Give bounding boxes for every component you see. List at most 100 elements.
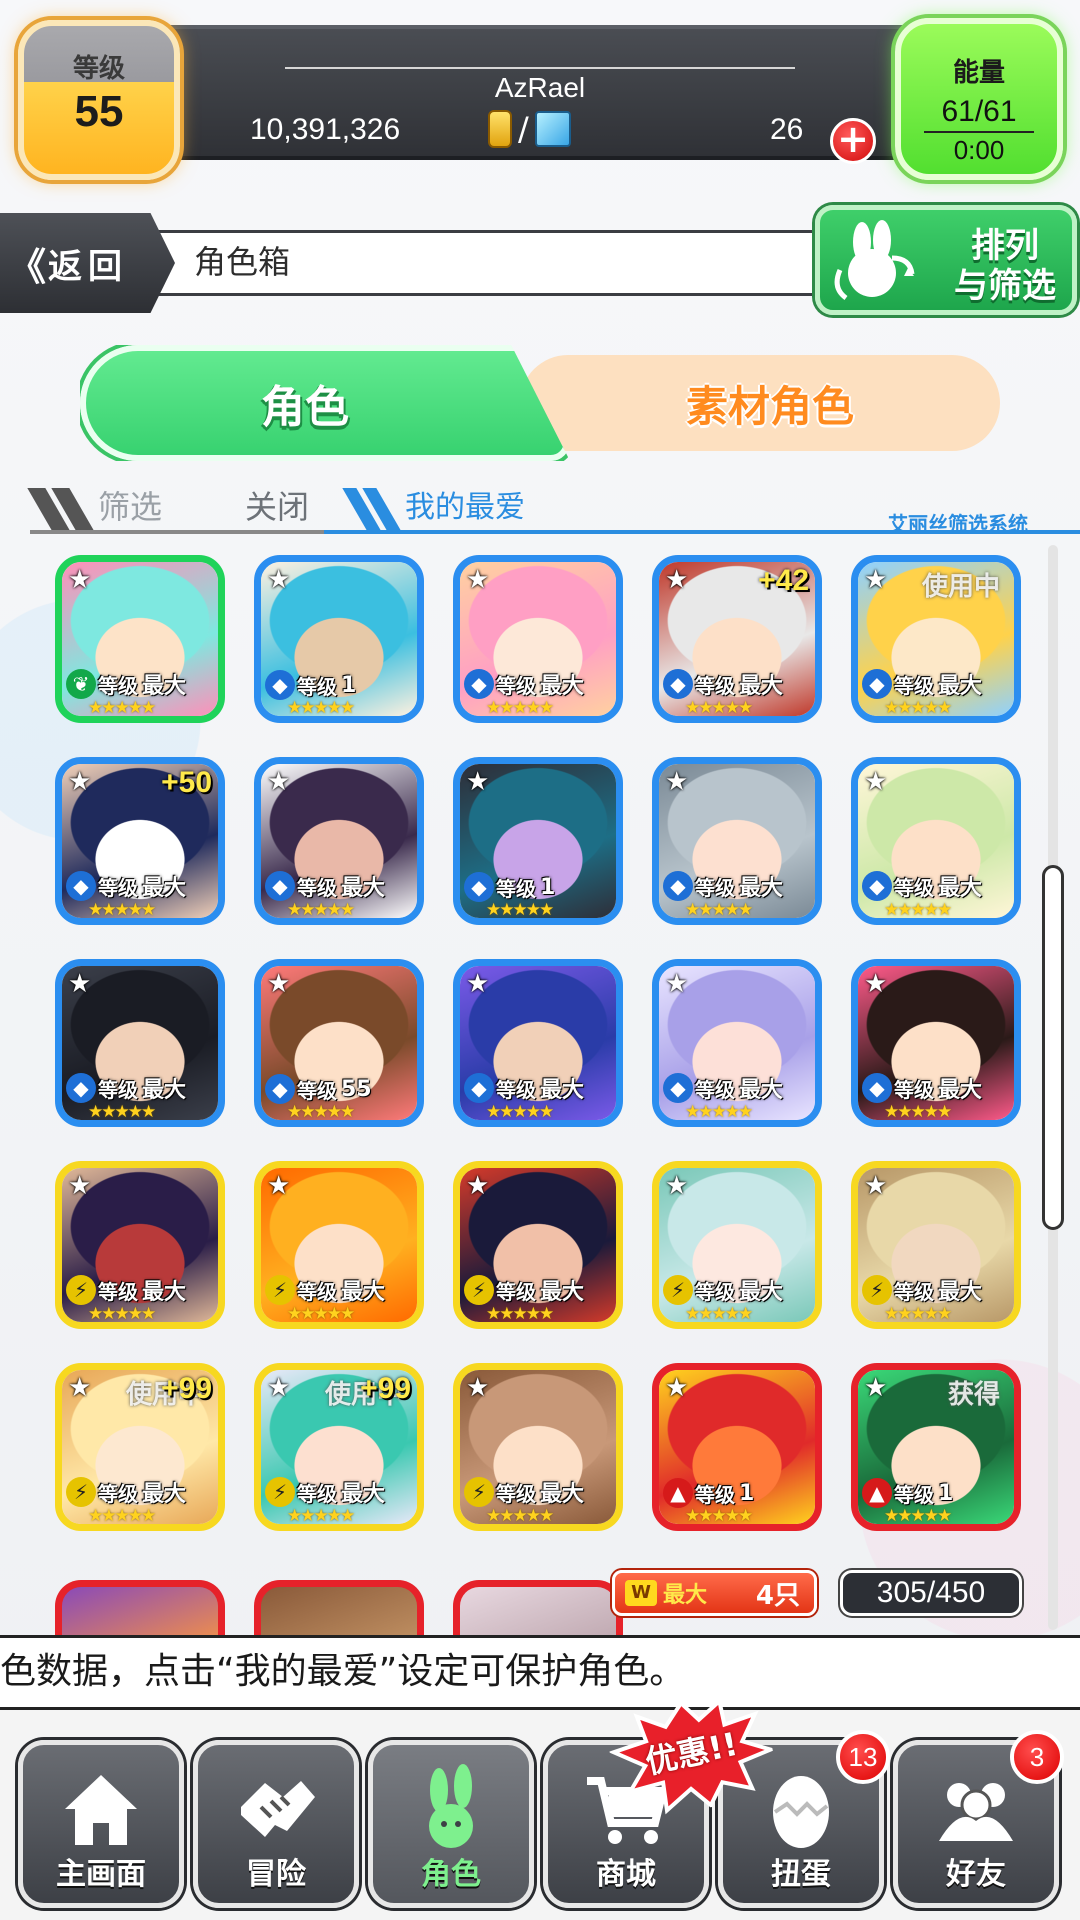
level-tag: ◆ 等级 最大	[663, 668, 783, 700]
character-card[interactable]: ★ ◆ 等级 最大 ★★★★★	[254, 757, 424, 925]
level-value: 1	[938, 1480, 954, 1506]
character-card-partial[interactable]	[55, 1580, 225, 1635]
favorite-star-icon[interactable]: ★	[68, 1374, 96, 1402]
favorite-star-icon[interactable]: ★	[68, 970, 96, 998]
character-card[interactable]: ★ ◆ 等级 最大 ★★★★★	[453, 555, 623, 723]
favorite-star-icon[interactable]: ★	[68, 566, 96, 594]
favorite-star-icon[interactable]: ★	[68, 768, 96, 796]
favorites-filter[interactable]: 我的最爱	[405, 482, 525, 526]
character-card-partial[interactable]	[453, 1580, 623, 1635]
character-card[interactable]: ★ ◆ 等级 最大 ★★★★★	[453, 959, 623, 1127]
rarity-stars: ★★★★★	[486, 1506, 554, 1526]
character-card[interactable]: ★ ⚡ 等级 最大 ★★★★★	[55, 1161, 225, 1329]
nav-characters[interactable]: 角色	[368, 1740, 534, 1908]
favorite-star-icon[interactable]: ★	[665, 1172, 693, 1200]
favorite-star-icon[interactable]: ★	[267, 1374, 295, 1402]
water-element-icon: ◆	[265, 871, 295, 901]
level-value: 1	[540, 874, 556, 900]
favorite-star-icon[interactable]: ★	[68, 1172, 96, 1200]
level-tag: ◆ 等级 最大	[862, 1072, 982, 1104]
favorite-star-icon[interactable]: ★	[665, 1374, 693, 1402]
favorite-star-icon[interactable]: ★	[466, 768, 494, 796]
character-card[interactable]: ★ ◆ 等级 最大 ★★★★★	[652, 959, 822, 1127]
coin-icon	[488, 110, 512, 148]
nav-adventure[interactable]: 冒险	[193, 1740, 359, 1908]
tab-characters[interactable]: 角色	[80, 345, 570, 461]
back-button[interactable]: 《 返回	[0, 213, 175, 313]
character-card[interactable]: ★ ⚡ 等级 最大 ★★★★★	[254, 1161, 424, 1329]
character-card-partial[interactable]	[254, 1580, 424, 1635]
filter-bar: 筛选 关闭 我的最爱 艾丽丝筛选系统	[27, 478, 1080, 538]
handshake-icon	[198, 1759, 354, 1859]
level-value: 1	[341, 672, 357, 698]
favorite-star-icon[interactable]: ★	[665, 566, 693, 594]
rarity-stars: ★★★★★	[486, 900, 554, 920]
character-card[interactable]: ★ ◆ 等级 最大 ★★★★★	[851, 757, 1021, 925]
character-card[interactable]: ★ +50 ◆ 等级 最大 ★★★★★	[55, 757, 225, 925]
character-card[interactable]: ★ ◆ 等级 最大 ★★★★★	[55, 959, 225, 1127]
character-card[interactable]: ★ +42 ◆ 等级 最大 ★★★★★	[652, 555, 822, 723]
sort-filter-label: 排列 与筛选	[940, 226, 1070, 306]
favorite-star-icon[interactable]: ★	[864, 1172, 892, 1200]
favorite-star-icon[interactable]: ★	[864, 768, 892, 796]
thunder-element-icon: ⚡	[66, 1477, 96, 1507]
partial-card-row	[55, 1580, 623, 1635]
character-card[interactable]: ★ ❦ 等级 最大 ★★★★★	[55, 555, 225, 723]
favorite-star-icon[interactable]: ★	[267, 970, 295, 998]
filter-system-label: 艾丽丝筛选系统	[888, 512, 1028, 536]
character-card[interactable]: ★ ◆ 等级 最大 ★★★★★	[851, 959, 1021, 1127]
friends-notification-badge: 3	[1010, 1730, 1064, 1784]
favorite-star-icon[interactable]: ★	[864, 566, 892, 594]
character-card[interactable]: ★ 使用中 ◆ 等级 最大 ★★★★★	[851, 555, 1021, 723]
character-card[interactable]: ★ ◆ 等级 55 ★★★★★	[254, 959, 424, 1127]
level-tag: ◆ 等级 最大	[66, 870, 186, 902]
character-card[interactable]: ★ ⚡ 等级 最大 ★★★★★	[453, 1161, 623, 1329]
character-card[interactable]: ★ ◆ 等级 1 ★★★★★	[254, 555, 424, 723]
favorite-star-icon[interactable]: ★	[665, 768, 693, 796]
level-tag: ◆ 等级 最大	[66, 1072, 186, 1104]
level-label: 等级	[98, 1279, 138, 1304]
level-value: 1	[739, 1480, 755, 1506]
add-gems-button[interactable]: +	[830, 118, 876, 164]
tab-characters-label: 角色	[261, 382, 349, 433]
character-card[interactable]: ★ ◆ 等级 1 ★★★★★	[453, 757, 623, 925]
favorite-star-icon[interactable]: ★	[864, 1374, 892, 1402]
thunder-element-icon: ⚡	[464, 1477, 494, 1507]
level-tag: ⚡ 等级 最大	[862, 1274, 982, 1306]
character-card[interactable]: ★ 获得 ▲ 等级 1 ★★★★★	[851, 1363, 1021, 1531]
level-value: 最大	[142, 1078, 187, 1103]
character-card[interactable]: ★ 使用中 +99 ⚡ 等级 最大 ★★★★★	[254, 1363, 424, 1531]
character-card[interactable]: ★ ▲ 等级 1 ★★★★★	[652, 1363, 822, 1531]
scrollbar-thumb[interactable]	[1042, 865, 1064, 1230]
energy-divider	[924, 131, 1034, 133]
bottom-navigation: 主画面 冒险 角色 商城 扭蛋 好友	[0, 1710, 1080, 1920]
character-card[interactable]: ★ ⚡ 等级 最大 ★★★★★	[851, 1161, 1021, 1329]
character-card[interactable]: ★ ⚡ 等级 最大 ★★★★★	[652, 1161, 822, 1329]
filter-state[interactable]: 关闭	[245, 482, 309, 528]
filter-label[interactable]: 筛选	[98, 482, 162, 528]
energy-box[interactable]: 能量 61/61 0:00	[895, 18, 1063, 180]
rarity-stars: ★★★★★	[486, 1304, 554, 1324]
character-card[interactable]: ★ ◆ 等级 最大 ★★★★★	[652, 757, 822, 925]
character-card[interactable]: ★ ⚡ 等级 最大 ★★★★★	[453, 1363, 623, 1531]
rarity-stars: ★★★★★	[685, 1304, 753, 1324]
level-label: 等级	[496, 1077, 536, 1102]
level-label: 等级	[297, 875, 337, 900]
favorite-star-icon[interactable]: ★	[267, 768, 295, 796]
favorite-star-icon[interactable]: ★	[267, 566, 295, 594]
favorite-star-icon[interactable]: ★	[864, 970, 892, 998]
water-element-icon: ◆	[464, 669, 494, 699]
sort-filter-button[interactable]: 排列 与筛选	[815, 205, 1077, 315]
water-element-icon: ◆	[862, 871, 892, 901]
favorite-star-icon[interactable]: ★	[665, 970, 693, 998]
favorite-star-icon[interactable]: ★	[466, 1172, 494, 1200]
favorite-star-icon[interactable]: ★	[466, 566, 494, 594]
favorite-star-icon[interactable]: ★	[466, 1374, 494, 1402]
character-card[interactable]: ★ 使用中 +99 ⚡ 等级 最大 ★★★★★	[55, 1363, 225, 1531]
max-icon: W	[625, 1580, 657, 1606]
nav-home[interactable]: 主画面	[18, 1740, 184, 1908]
tab-material-characters[interactable]: 素材角色	[520, 355, 1000, 451]
level-value: 最大	[341, 876, 386, 901]
favorite-star-icon[interactable]: ★	[267, 1172, 295, 1200]
favorite-star-icon[interactable]: ★	[466, 970, 494, 998]
